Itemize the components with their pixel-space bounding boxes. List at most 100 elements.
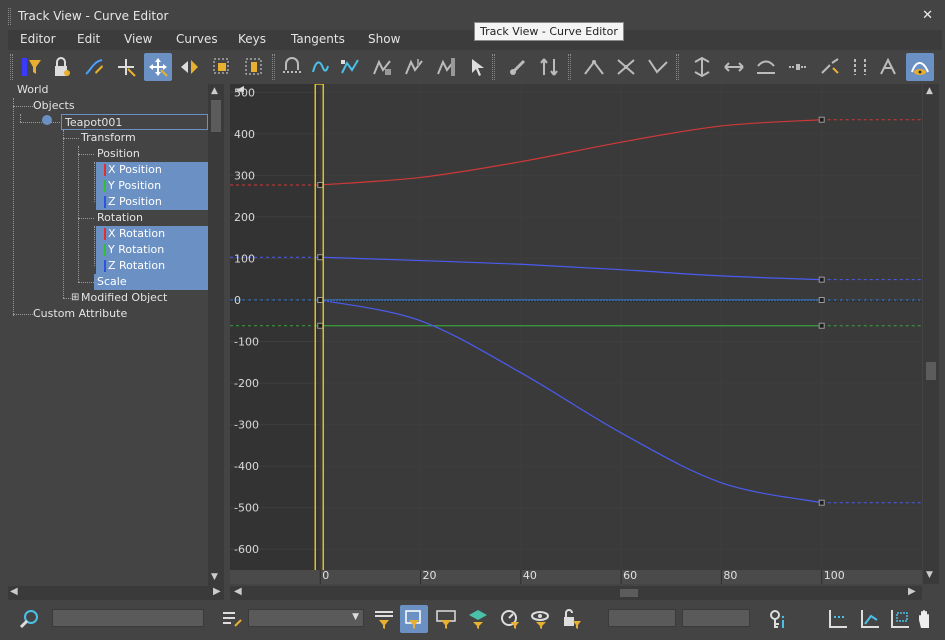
value-field[interactable] (682, 609, 750, 627)
menu-edit[interactable]: Edit (77, 32, 100, 46)
tree-line (13, 98, 14, 316)
snap-frames-icon[interactable] (278, 53, 306, 81)
zoom-extents-icon[interactable] (824, 605, 852, 633)
scroll-right-icon[interactable]: ▶ (908, 586, 916, 597)
scroll-thumb[interactable] (926, 362, 936, 380)
filter-selected-tracks-icon[interactable] (370, 605, 398, 633)
tree-item-z-position[interactable]: Z Position (96, 194, 208, 210)
scroll-thumb[interactable] (620, 589, 638, 597)
edit-track-set-icon[interactable] (218, 605, 246, 633)
zoom-horizontal-icon[interactable] (856, 605, 884, 633)
zoom-selected-icon[interactable] (16, 605, 44, 633)
tree-line (20, 114, 21, 122)
filter-animated-tracks-icon[interactable] (432, 605, 460, 633)
tree-item-custom-attribute[interactable]: Custom Attribute (33, 306, 127, 322)
unify-tangents-icon[interactable] (846, 53, 874, 81)
key-marker (317, 254, 324, 261)
key-info-icon[interactable] (764, 605, 792, 633)
menu-tangents[interactable]: Tangents (291, 32, 345, 46)
scroll-down-icon[interactable]: ▼ (926, 570, 933, 580)
track-set-dropdown[interactable]: ▼ (248, 609, 364, 627)
tree-item-world[interactable]: World (17, 84, 49, 98)
close-icon[interactable]: ✕ (922, 8, 933, 23)
menu-view[interactable]: View (124, 32, 152, 46)
scroll-left-icon[interactable]: ◀ (234, 586, 242, 597)
show-curves-icon[interactable] (906, 53, 934, 81)
filter-controller-type-icon[interactable] (496, 605, 524, 633)
menu-editor[interactable]: Editor (20, 32, 56, 46)
object-dot-icon (42, 115, 52, 125)
tree-item-scale[interactable]: Scale (94, 274, 208, 290)
x-axis-swatch (104, 164, 106, 176)
frame-field[interactable] (608, 609, 676, 627)
scale-values-icon[interactable] (240, 53, 268, 81)
scroll-thumb[interactable] (211, 100, 221, 132)
key-marker (818, 499, 825, 506)
soft-selection-icon[interactable] (432, 53, 460, 81)
scale-time-icon[interactable] (720, 53, 748, 81)
move-keys-icon[interactable] (144, 53, 172, 81)
filter-visible-objects-icon[interactable] (526, 605, 554, 633)
pan-hand-icon[interactable] (912, 605, 940, 633)
menu-keys[interactable]: Keys (238, 32, 266, 46)
y-tick-label: 500 (234, 86, 255, 99)
title-grip[interactable] (8, 8, 11, 25)
curve-graph[interactable]: 500 400 300 200 100 0 -100 -200 -300 -400 -500 -600… (230, 84, 922, 584)
break-tangents-icon[interactable] (816, 53, 844, 81)
move-time-icon[interactable] (688, 53, 716, 81)
scroll-down-icon[interactable]: ▼ (211, 572, 218, 582)
scroll-left-icon[interactable]: ◀ (10, 586, 18, 597)
retimer-global-icon[interactable] (400, 53, 428, 81)
menu-curves[interactable]: Curves (176, 32, 218, 46)
lock-selection-icon[interactable] (48, 53, 76, 81)
tree-vertical-scrollbar[interactable]: ▲ ▼ (208, 84, 224, 586)
selected-object-field[interactable] (52, 609, 204, 627)
tree-horizontal-scrollbar[interactable]: ◀ ▶ (8, 586, 224, 600)
tangent-fast-icon[interactable] (644, 53, 672, 81)
time-ruler[interactable] (230, 570, 922, 584)
filter-active-layer-icon[interactable] (464, 605, 492, 633)
toolbar-grip[interactable] (10, 54, 13, 80)
tree-item-x-rotation[interactable]: X Rotation (96, 226, 208, 242)
draw-curves-icon[interactable] (80, 53, 108, 81)
zoom-region-icon[interactable] (886, 605, 914, 633)
tree-item-position[interactable]: Position (97, 146, 140, 162)
scroll-up-icon[interactable]: ▲ (211, 86, 218, 96)
toolbar-separator (568, 54, 571, 80)
menu-show[interactable]: Show (368, 32, 400, 46)
filter-selected-objects-icon[interactable] (400, 605, 428, 633)
add-keys-icon[interactable] (112, 53, 140, 81)
tree-item-modified-object[interactable]: Modified Object (81, 290, 167, 306)
tree-item-x-position[interactable]: X Position (96, 162, 208, 178)
filters-icon[interactable] (18, 53, 46, 81)
key-filter-icon[interactable] (536, 53, 564, 81)
reduce-keys-icon[interactable] (504, 53, 532, 81)
show-tangents-icon[interactable] (874, 53, 902, 81)
tree-item-y-position[interactable]: Y Position (96, 178, 208, 194)
expand-icon[interactable]: ⊞ (71, 290, 79, 306)
tangent-spline-icon[interactable] (612, 53, 640, 81)
tree-item-y-rotation[interactable]: Y Rotation (96, 242, 208, 258)
tree-line (20, 122, 60, 123)
tree-item-transform[interactable]: Transform (81, 130, 136, 146)
tree-item-teapot[interactable]: Teapot001 (61, 114, 208, 130)
tree-item-rotation[interactable]: Rotation (97, 210, 143, 226)
insert-time-icon[interactable] (784, 53, 812, 81)
tree-item-objects[interactable]: Objects (33, 98, 75, 114)
scroll-right-icon[interactable]: ▶ (213, 586, 221, 597)
scale-keys-icon[interactable] (208, 53, 236, 81)
graph-vertical-scrollbar[interactable]: ▲ ▼ (923, 84, 939, 584)
tangent-auto-icon[interactable] (580, 53, 608, 81)
parameter-curve-out-of-range-icon[interactable] (306, 53, 334, 81)
tree-item-z-rotation[interactable]: Z Rotation (96, 258, 208, 274)
region-tool-icon[interactable] (336, 53, 364, 81)
select-cursor-icon[interactable] (464, 53, 492, 81)
retimer-icon[interactable] (368, 53, 396, 81)
slide-keys-icon[interactable] (176, 53, 204, 81)
curve-graph-svg[interactable]: 5004003002001000-100-200-300-400-500-600… (230, 84, 922, 584)
flatten-icon[interactable] (752, 53, 780, 81)
scroll-up-icon[interactable]: ▲ (926, 86, 933, 96)
filter-unlocked-attributes-icon[interactable] (558, 605, 586, 633)
graph-horizontal-scrollbar[interactable]: ◀ ▶ (230, 586, 922, 600)
y-tick-label: -400 (234, 460, 259, 473)
